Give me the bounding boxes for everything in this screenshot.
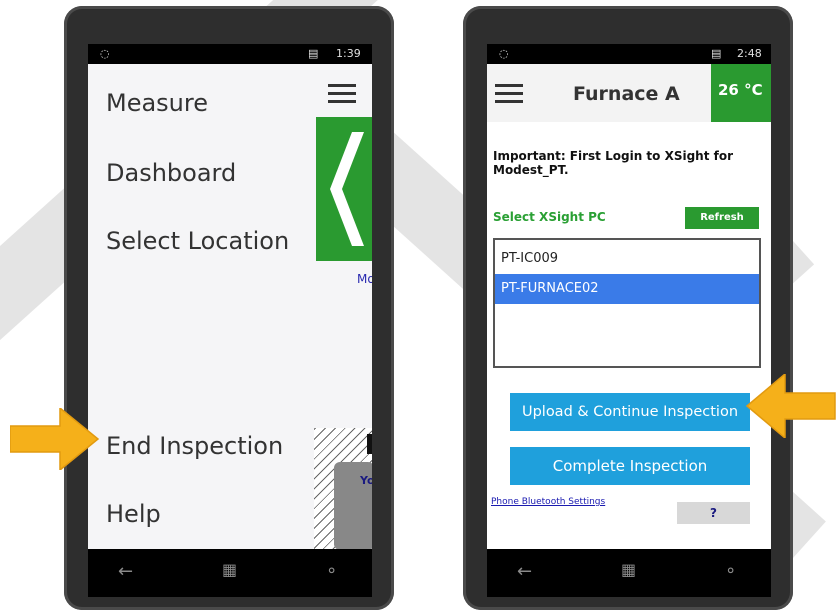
help-button[interactable]: ? [677, 502, 750, 524]
menu-item-select-location[interactable]: Select Location [106, 227, 289, 255]
page-title: Furnace A [573, 83, 680, 105]
important-notice: Important: First Login to XSight for Mod… [493, 149, 734, 177]
right-phone-frame: ◌ ▤ 2:48 Furnace A 26 °C Important: Firs… [463, 6, 793, 610]
back-nav-icon[interactable]: ← [517, 561, 532, 582]
windows-start-icon[interactable]: ▦ [222, 560, 237, 579]
windows-start-icon[interactable]: ▦ [621, 560, 636, 579]
status-time: 2:48 [737, 47, 762, 60]
status-time: 1:39 [336, 47, 361, 60]
signal-icon: ◌ [499, 47, 509, 60]
nav-bar: ← ▦ ∘ [487, 549, 771, 597]
partial-banner: You [334, 462, 372, 549]
menu-item-dashboard[interactable]: Dashboard [106, 159, 236, 187]
menu-item-help[interactable]: Help [106, 500, 161, 528]
temperature-badge: 26 °C [711, 64, 771, 122]
list-item-selected[interactable]: PT-FURNACE02 [495, 274, 759, 304]
status-bar: ◌ ▤ 1:39 [88, 44, 372, 64]
complete-inspection-button[interactable]: Complete Inspection [510, 447, 750, 485]
search-nav-icon[interactable]: ∘ [725, 560, 736, 581]
battery-icon: ▤ [308, 47, 319, 60]
status-bar: ◌ ▤ 2:48 [487, 44, 771, 64]
signal-icon: ◌ [100, 47, 110, 60]
hamburger-menu-icon[interactable] [495, 84, 523, 104]
upload-continue-button[interactable]: Upload & Continue Inspection [510, 393, 750, 431]
orange-arrow-right-icon [10, 408, 100, 470]
back-chevron-icon [330, 132, 364, 246]
bluetooth-settings-link[interactable]: Phone Bluetooth Settings [491, 497, 605, 507]
partial-green-panel [316, 117, 372, 261]
search-nav-icon[interactable]: ∘ [326, 560, 337, 581]
list-item[interactable]: PT-IC009 [495, 244, 759, 274]
header-bar: Furnace A 26 °C [487, 64, 771, 122]
partial-banner-text: You [360, 474, 372, 487]
left-phone-screen: ◌ ▤ 1:39 Measure Dashboard Select Locati… [88, 44, 372, 549]
hamburger-menu-icon[interactable] [328, 84, 356, 106]
left-phone-frame: ◌ ▤ 1:39 Measure Dashboard Select Locati… [64, 6, 394, 610]
menu-item-end-inspection[interactable]: End Inspection [106, 432, 283, 460]
right-phone-screen: ◌ ▤ 2:48 Furnace A 26 °C Important: Firs… [487, 44, 771, 549]
back-nav-icon[interactable]: ← [118, 561, 133, 582]
partial-link[interactable]: Mo [357, 272, 372, 286]
nav-bar: ← ▦ ∘ [88, 549, 372, 597]
pc-list: PT-IC009 PT-FURNACE02 [493, 238, 761, 368]
select-pc-label: Select XSight PC [493, 210, 606, 224]
temperature-value: 26 °C [718, 81, 763, 99]
partial-black-marker [367, 434, 372, 454]
orange-arrow-left-icon [745, 374, 836, 438]
battery-icon: ▤ [711, 47, 722, 60]
refresh-button[interactable]: Refresh [685, 207, 759, 229]
menu-item-measure[interactable]: Measure [106, 89, 208, 117]
